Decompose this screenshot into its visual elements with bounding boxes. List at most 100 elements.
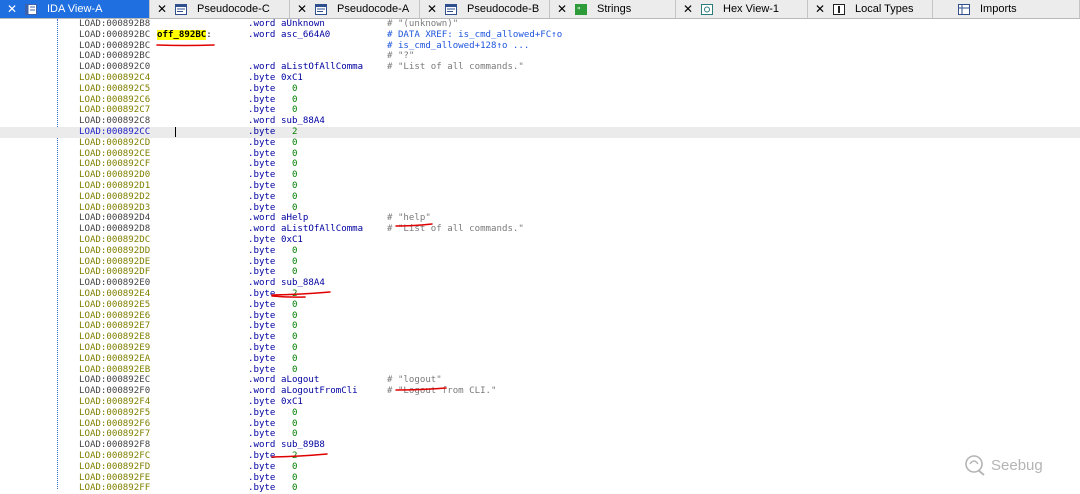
- operand[interactable]: 0: [281, 354, 298, 365]
- code-line[interactable]: LOAD:000892EA .byte 0: [0, 354, 1080, 365]
- code-line[interactable]: LOAD:000892F5 .byte 0: [0, 408, 1080, 419]
- operand[interactable]: 0: [281, 257, 298, 268]
- code-line[interactable]: LOAD:000892EB .byte 0: [0, 365, 1080, 376]
- close-icon[interactable]: ✕: [556, 2, 568, 16]
- operand[interactable]: 0: [281, 246, 298, 257]
- code-line[interactable]: LOAD:000892D2 .byte 0: [0, 192, 1080, 203]
- disassembly-view[interactable]: LOAD:000892B8 .word aUnknown # "(unknown)" L…: [0, 19, 1080, 493]
- operand[interactable]: 0: [281, 84, 298, 95]
- code-line[interactable]: LOAD:000892F6 .byte 0: [0, 419, 1080, 430]
- operand[interactable]: asc_664A0: [281, 30, 330, 41]
- code-line[interactable]: LOAD:000892B8 .word aUnknown # "(unknown)": [0, 19, 1080, 30]
- code-line[interactable]: LOAD:000892E8 .byte 0: [0, 332, 1080, 343]
- code-line[interactable]: LOAD:000892BC # "?": [0, 51, 1080, 62]
- operand[interactable]: 0xC1: [281, 73, 303, 84]
- operand[interactable]: aHelp: [281, 213, 308, 224]
- code-line[interactable]: LOAD:000892CC .byte 2: [0, 127, 1080, 138]
- code-line[interactable]: LOAD:000892D8 .word aListOfAllComma # "List…: [0, 224, 1080, 235]
- operand[interactable]: aLogoutFromCli: [281, 386, 358, 397]
- code-line[interactable]: LOAD:000892D0 .byte 0: [0, 170, 1080, 181]
- operand[interactable]: 0: [281, 267, 298, 278]
- code-line[interactable]: LOAD:000892E9 .byte 0: [0, 343, 1080, 354]
- tab-ida-view-a[interactable]: ✕ IDA View-A: [0, 0, 150, 18]
- operand[interactable]: 0: [281, 332, 298, 343]
- tab-strings[interactable]: ✕ " Strings: [550, 0, 676, 18]
- code-line[interactable]: LOAD:000892C5 .byte 0: [0, 84, 1080, 95]
- code-line[interactable]: LOAD:000892E4 .byte 2: [0, 289, 1080, 300]
- operand[interactable]: 0: [281, 321, 298, 332]
- code-line[interactable]: LOAD:000892FC .byte 2: [0, 451, 1080, 462]
- close-icon[interactable]: ✕: [426, 2, 438, 16]
- tab-pseudocode-a[interactable]: ✕ Pseudocode-A: [290, 0, 420, 18]
- operand[interactable]: 0: [281, 181, 298, 192]
- code-line[interactable]: LOAD:000892D1 .byte 0: [0, 181, 1080, 192]
- code-line[interactable]: LOAD:000892CD .byte 0: [0, 138, 1080, 149]
- code-line[interactable]: LOAD:000892E5 .byte 0: [0, 300, 1080, 311]
- code-line[interactable]: LOAD:000892BC # is_cmd_allowed+128↑o ...: [0, 41, 1080, 52]
- tab-hex-view-1[interactable]: ✕ Hex View-1: [676, 0, 808, 18]
- code-line[interactable]: LOAD:000892DF .byte 0: [0, 267, 1080, 278]
- operand[interactable]: 0: [281, 170, 298, 181]
- code-line[interactable]: LOAD:000892FD .byte 0: [0, 462, 1080, 473]
- tab-pseudocode-b[interactable]: ✕ Pseudocode-B: [420, 0, 550, 18]
- code-label[interactable]: off_892BC:: [157, 29, 212, 41]
- close-icon[interactable]: ✕: [296, 2, 308, 16]
- operand[interactable]: 2: [281, 289, 298, 300]
- close-icon[interactable]: ✕: [6, 2, 18, 16]
- operand[interactable]: 0: [281, 462, 298, 473]
- code-line[interactable]: LOAD:000892BC off_892BC: .word asc_664A0 # D…: [0, 29, 1080, 41]
- operand[interactable]: 2: [281, 127, 298, 138]
- operand[interactable]: 0xC1: [281, 235, 303, 246]
- code-line[interactable]: LOAD:000892F7 .byte 0: [0, 429, 1080, 440]
- operand[interactable]: 0: [281, 300, 298, 311]
- tab-pseudocode-c[interactable]: ✕ Pseudocode-C: [150, 0, 290, 18]
- code-line[interactable]: LOAD:000892E7 .byte 0: [0, 321, 1080, 332]
- operand[interactable]: 2: [281, 451, 298, 462]
- operand[interactable]: sub_88A4: [281, 116, 325, 127]
- operand[interactable]: aListOfAllComma: [281, 224, 363, 235]
- operand[interactable]: aLogout: [281, 375, 319, 386]
- operand[interactable]: 0xC1: [281, 397, 303, 408]
- label-name[interactable]: off_892BC: [157, 29, 207, 40]
- operand[interactable]: sub_88A4: [281, 278, 325, 289]
- operand[interactable]: 0: [281, 203, 298, 214]
- operand[interactable]: 0: [281, 105, 298, 116]
- operand[interactable]: 0: [281, 159, 298, 170]
- operand[interactable]: 0: [281, 149, 298, 160]
- tab-imports[interactable]: Imports: [933, 0, 1080, 18]
- code-line[interactable]: LOAD:000892EC .word aLogout # "logout": [0, 375, 1080, 386]
- close-icon[interactable]: ✕: [814, 2, 826, 16]
- code-line[interactable]: LOAD:000892E0 .word sub_88A4: [0, 278, 1080, 289]
- code-line[interactable]: LOAD:000892FE .byte 0: [0, 473, 1080, 484]
- operand[interactable]: 0: [281, 365, 298, 376]
- operand[interactable]: 0: [281, 138, 298, 149]
- code-line[interactable]: LOAD:000892C7 .byte 0: [0, 105, 1080, 116]
- operand[interactable]: 0: [281, 311, 298, 322]
- close-icon[interactable]: ✕: [156, 2, 168, 16]
- code-line[interactable]: LOAD:000892F4 .byte 0xC1: [0, 397, 1080, 408]
- operand[interactable]: aUnknown: [281, 19, 325, 30]
- close-icon[interactable]: ✕: [682, 2, 694, 16]
- code-line[interactable]: LOAD:000892C4 .byte 0xC1: [0, 73, 1080, 84]
- operand[interactable]: 0: [281, 473, 298, 484]
- operand[interactable]: 0: [281, 192, 298, 203]
- code-line[interactable]: LOAD:000892C8 .word sub_88A4: [0, 116, 1080, 127]
- code-line[interactable]: LOAD:000892DD .byte 0: [0, 246, 1080, 257]
- operand[interactable]: 0: [281, 95, 298, 106]
- code-line[interactable]: LOAD:000892F8 .word sub_89B8: [0, 440, 1080, 451]
- operand[interactable]: sub_89B8: [281, 440, 325, 451]
- operand[interactable]: 0: [281, 419, 298, 430]
- code-line[interactable]: LOAD:000892D3 .byte 0: [0, 203, 1080, 214]
- operand[interactable]: 0: [281, 408, 298, 419]
- code-line[interactable]: LOAD:000892D4 .word aHelp # "help": [0, 213, 1080, 224]
- code-line[interactable]: LOAD:000892C6 .byte 0: [0, 95, 1080, 106]
- operand[interactable]: aListOfAllComma: [281, 62, 363, 73]
- tab-local-types[interactable]: ✕ Local Types: [808, 0, 933, 18]
- code-line[interactable]: LOAD:000892CE .byte 0: [0, 149, 1080, 160]
- code-line[interactable]: LOAD:000892DC .byte 0xC1: [0, 235, 1080, 246]
- code-line[interactable]: LOAD:000892CF .byte 0: [0, 159, 1080, 170]
- operand[interactable]: 0: [281, 343, 298, 354]
- code-line[interactable]: LOAD:000892E6 .byte 0: [0, 311, 1080, 322]
- operand[interactable]: 0: [281, 429, 298, 440]
- code-line[interactable]: LOAD:000892DE .byte 0: [0, 257, 1080, 268]
